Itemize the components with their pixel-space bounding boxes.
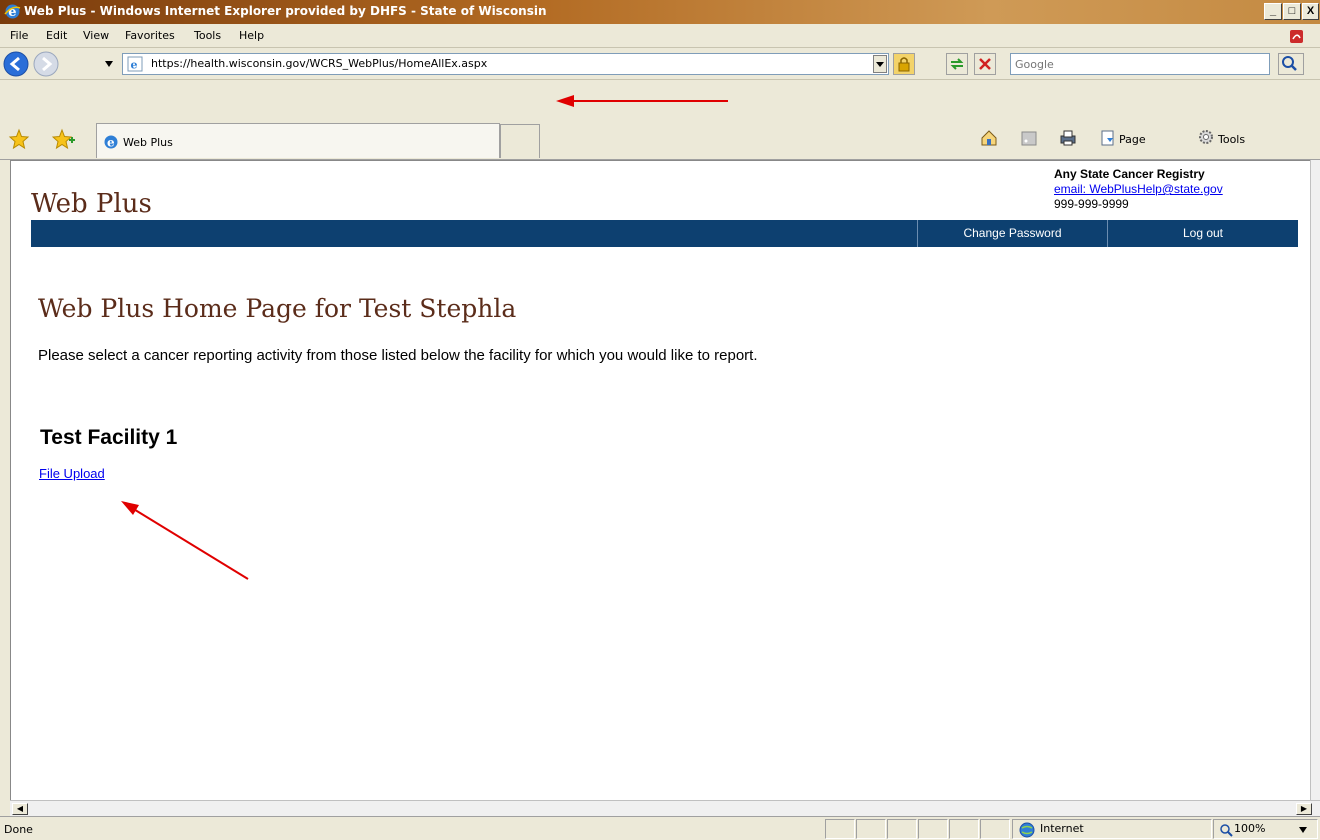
home-icon[interactable] bbox=[979, 128, 999, 148]
new-tab-button[interactable] bbox=[500, 124, 540, 158]
zone-label: Internet bbox=[1040, 822, 1084, 835]
file-upload-link[interactable]: File Upload bbox=[39, 466, 105, 481]
address-field[interactable]: e https://health.wisconsin.gov/WCRS_WebP… bbox=[122, 53, 889, 75]
page-icon bbox=[1101, 130, 1114, 146]
phone-number: 999-999-9999 bbox=[1054, 197, 1129, 211]
status-cell bbox=[980, 819, 1010, 839]
nav-band: Change Password Log out bbox=[31, 220, 1298, 247]
add-favorites-icon[interactable] bbox=[52, 128, 76, 150]
refresh-button[interactable] bbox=[946, 53, 968, 75]
chevron-down-icon bbox=[876, 62, 884, 67]
site-logo: Web Plus bbox=[31, 189, 152, 219]
status-cell bbox=[825, 819, 855, 839]
address-toolbar: e https://health.wisconsin.gov/WCRS_WebP… bbox=[0, 48, 1320, 80]
status-cell bbox=[856, 819, 886, 839]
menu-bar: File Edit View Favorites Tools Help bbox=[0, 24, 1320, 48]
menu-help[interactable]: Help bbox=[239, 29, 264, 42]
tab-web-plus[interactable]: e Web Plus bbox=[96, 123, 500, 158]
change-password-button[interactable]: Change Password bbox=[917, 220, 1107, 247]
search-input[interactable] bbox=[1015, 55, 1265, 73]
svg-text:e: e bbox=[131, 59, 138, 72]
zoom-control[interactable]: 100% bbox=[1213, 819, 1318, 839]
chevron-down-icon bbox=[1299, 827, 1307, 833]
security-lock-button[interactable] bbox=[893, 53, 915, 75]
menu-tools[interactable]: Tools bbox=[194, 29, 221, 42]
print-icon[interactable] bbox=[1058, 128, 1078, 148]
forward-icon[interactable] bbox=[33, 51, 59, 77]
stop-button[interactable] bbox=[974, 53, 996, 75]
history-dropdown-icon[interactable] bbox=[104, 60, 114, 68]
zone-cell: Internet bbox=[1012, 819, 1212, 839]
globe-icon bbox=[1019, 822, 1035, 838]
search-field[interactable] bbox=[1010, 53, 1270, 75]
page-title: Web Plus Home Page for Test Stephla bbox=[38, 294, 517, 323]
scroll-right-icon[interactable]: ▶ bbox=[1296, 803, 1312, 815]
stop-icon bbox=[979, 58, 991, 70]
gear-icon bbox=[1199, 130, 1213, 144]
menu-file[interactable]: File bbox=[10, 29, 28, 42]
pdf-icon[interactable] bbox=[1288, 27, 1306, 45]
window-title-bar[interactable]: e Web Plus - Windows Internet Explorer p… bbox=[0, 0, 1320, 24]
close-button[interactable]: X bbox=[1302, 3, 1319, 20]
back-icon[interactable] bbox=[3, 51, 29, 77]
status-cell bbox=[949, 819, 979, 839]
toolbar-spacer bbox=[0, 80, 1320, 120]
menu-favorites[interactable]: Favorites bbox=[125, 29, 175, 42]
registry-name: Any State Cancer Registry bbox=[1054, 167, 1205, 181]
scroll-left-icon[interactable]: ◀ bbox=[12, 803, 28, 815]
facility-name: Test Facility 1 bbox=[40, 426, 178, 449]
log-out-button[interactable]: Log out bbox=[1107, 220, 1298, 247]
page-icon: e bbox=[127, 56, 143, 72]
vertical-scrollbar[interactable] bbox=[1310, 160, 1320, 800]
feeds-icon[interactable] bbox=[1019, 128, 1039, 148]
tools-menu-button[interactable]: Tools bbox=[1218, 133, 1245, 146]
tab-label: Web Plus bbox=[123, 136, 173, 149]
window-title: Web Plus - Windows Internet Explorer pro… bbox=[24, 4, 547, 18]
page-menu-button[interactable]: Page bbox=[1119, 133, 1146, 146]
minimize-button[interactable]: _ bbox=[1264, 3, 1282, 20]
svg-text:e: e bbox=[107, 136, 115, 150]
zoom-label: 100% bbox=[1234, 822, 1266, 835]
internet-explorer-icon: e bbox=[4, 4, 21, 20]
refresh-icon bbox=[950, 58, 964, 70]
menu-view[interactable]: View bbox=[83, 29, 109, 42]
status-bar: Done Internet 100% bbox=[0, 816, 1320, 840]
email-link[interactable]: email: WebPlusHelp@state.gov bbox=[1054, 182, 1223, 196]
address-dropdown-button[interactable] bbox=[873, 55, 887, 73]
page-intro: Please select a cancer reporting activit… bbox=[38, 347, 758, 364]
lock-icon bbox=[898, 57, 910, 72]
page-viewport: Web Plus Any State Cancer Registry email… bbox=[10, 160, 1310, 800]
search-icon bbox=[1282, 56, 1297, 71]
status-text: Done bbox=[4, 823, 33, 836]
favorites-star-icon[interactable] bbox=[8, 128, 30, 150]
registry-contact: Any State Cancer Registry email: WebPlus… bbox=[1054, 167, 1223, 211]
horizontal-scrollbar[interactable]: ◀ ▶ bbox=[10, 800, 1320, 816]
search-button[interactable] bbox=[1278, 53, 1304, 75]
menu-edit[interactable]: Edit bbox=[46, 29, 67, 42]
maximize-button[interactable]: □ bbox=[1283, 3, 1301, 20]
status-cell bbox=[887, 819, 917, 839]
zoom-icon bbox=[1220, 824, 1233, 837]
internet-explorer-icon: e bbox=[104, 135, 118, 150]
url-text: https://health.wisconsin.gov/WCRS_WebPlu… bbox=[151, 57, 488, 70]
status-cell bbox=[918, 819, 948, 839]
